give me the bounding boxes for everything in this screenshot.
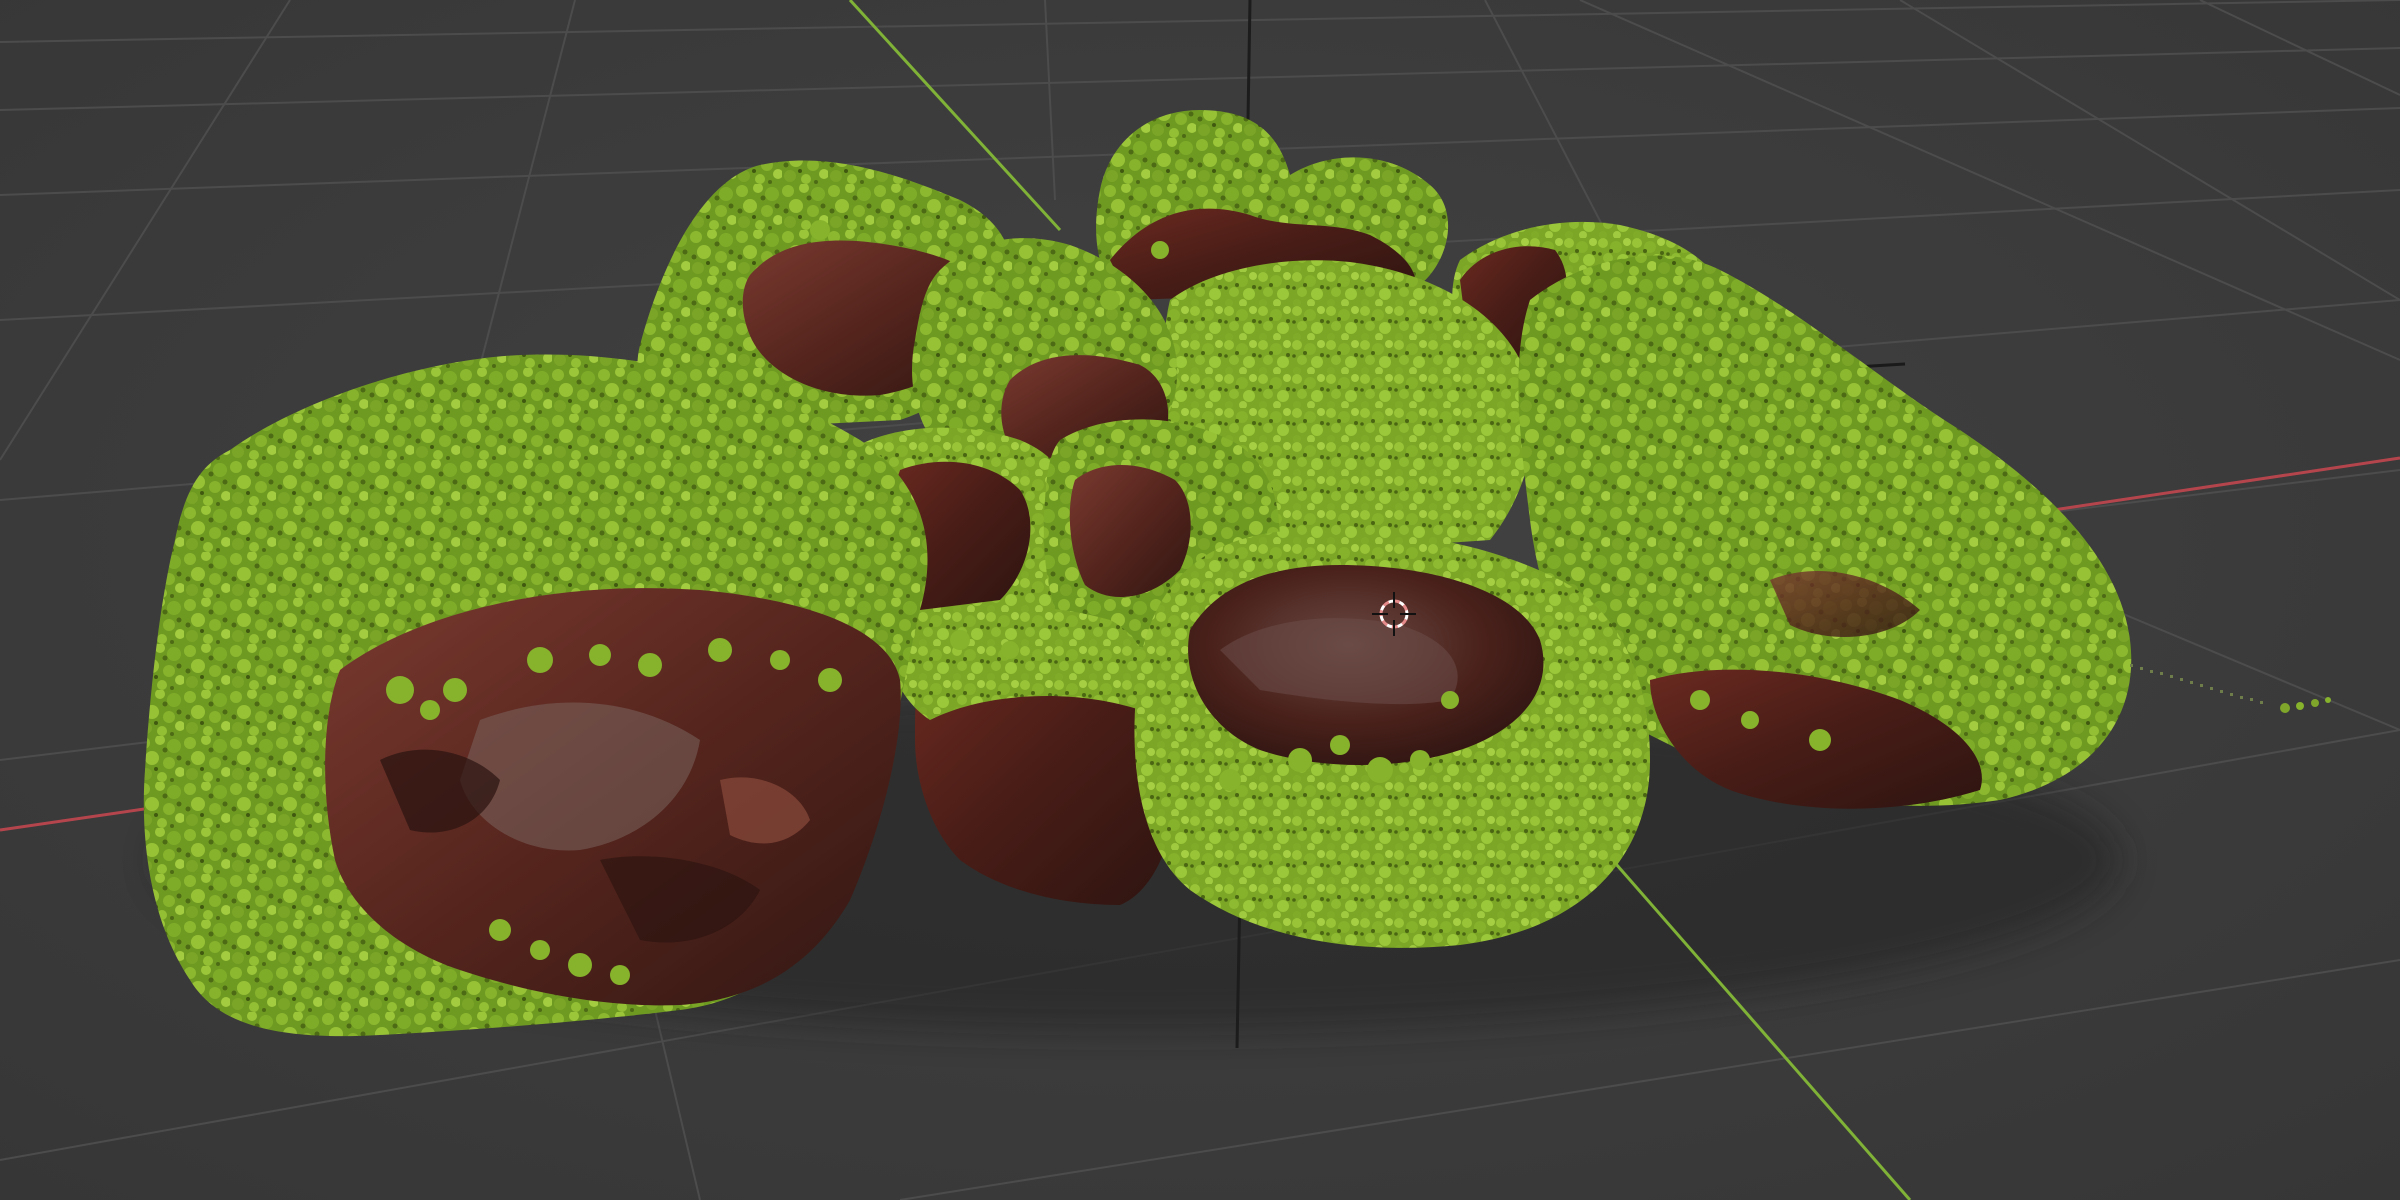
z-axis-line (1246, 0, 1252, 121)
scene-canvas[interactable] (0, 0, 2400, 1200)
moss-rock-front-left[interactable] (143, 354, 928, 1037)
3d-viewport[interactable] (0, 0, 2400, 1200)
moss-rock-right-center[interactable] (1134, 530, 1650, 948)
